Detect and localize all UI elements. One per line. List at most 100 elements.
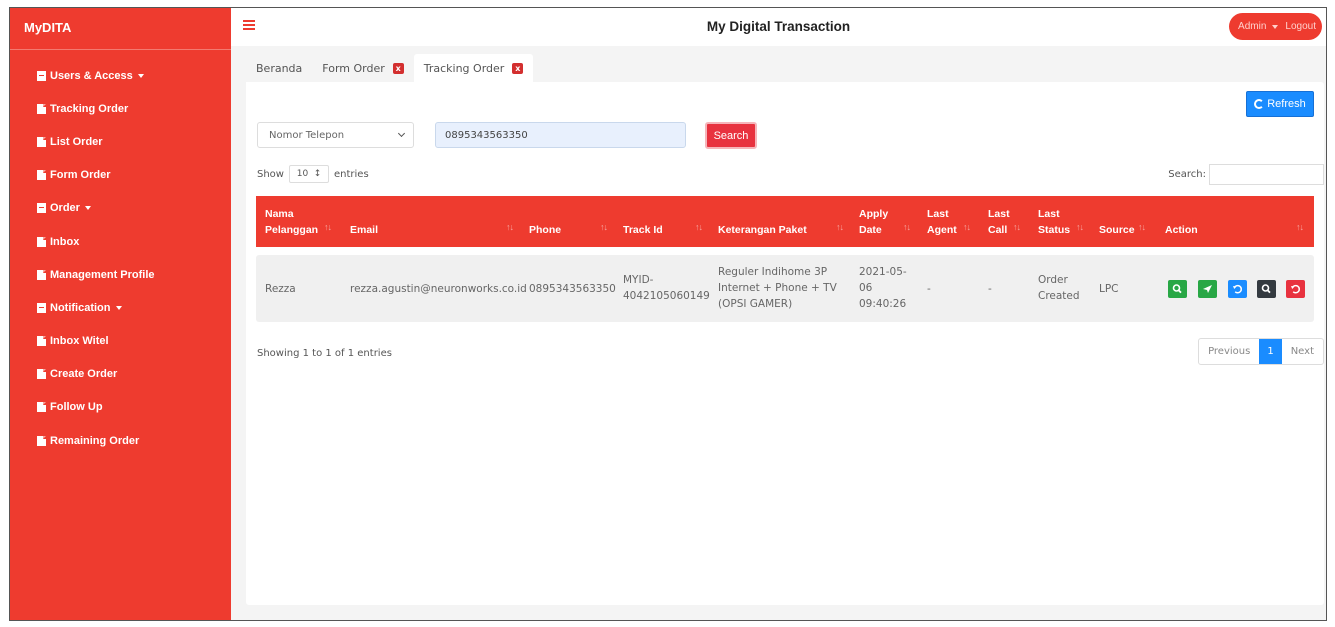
- chevron-down-icon: [397, 129, 406, 138]
- top-bar: My Digital Transaction Admin Logout: [231, 8, 1326, 46]
- tab-label: Beranda: [256, 61, 303, 75]
- table-search-input[interactable]: [1209, 164, 1324, 185]
- sidebar-item-label: Inbox Witel: [50, 335, 109, 348]
- column-header-line: Call: [988, 224, 1008, 236]
- cell-last-agent: -: [927, 283, 931, 295]
- inspect-button[interactable]: [1257, 280, 1276, 298]
- table-header: Nama Pelanggan ↑↓ Email ↑↓ Phone ↑↓ Track…: [256, 196, 1314, 247]
- page-title: My Digital Transaction: [706, 19, 851, 34]
- sidebar-item-follow-up[interactable]: Follow Up: [10, 391, 231, 424]
- caret-down-icon: [115, 305, 122, 310]
- send-button[interactable]: [1198, 280, 1217, 298]
- sidebar-item-inbox[interactable]: Inbox: [10, 225, 231, 258]
- grid-icon: [37, 302, 46, 313]
- entries-label: entries: [333, 168, 369, 180]
- sort-icon: ↑↓: [1076, 222, 1084, 232]
- column-header-line: Date: [859, 224, 882, 236]
- sidebar-item-label: Form Order: [50, 169, 111, 182]
- filter-type-value: Nomor Telepon: [269, 129, 345, 141]
- cell-line: MYID-: [623, 274, 654, 286]
- cell-phone: 0895343563350: [529, 283, 616, 295]
- updown-icon: ↕: [313, 169, 322, 179]
- user-menu[interactable]: Admin Logout: [1229, 13, 1322, 40]
- column-header-line: Last: [1038, 208, 1060, 220]
- sidebar-item-notification[interactable]: Notification: [10, 291, 231, 324]
- next-page-button[interactable]: Next: [1282, 339, 1323, 364]
- tab-beranda[interactable]: Beranda: [246, 54, 312, 82]
- column-header-line: Nama: [265, 208, 294, 220]
- search-input[interactable]: 0895343563350: [435, 122, 686, 148]
- cell-line: Internet + Phone + TV: [718, 282, 837, 294]
- column-header-action[interactable]: Action: [1165, 206, 1198, 238]
- sidebar-item-label: List Order: [50, 135, 103, 148]
- column-header-email[interactable]: Email: [350, 206, 378, 238]
- column-header-track-id[interactable]: Track Id: [623, 206, 663, 238]
- cell-source: LPC: [1099, 283, 1119, 295]
- user-name[interactable]: Admin: [1238, 21, 1266, 32]
- sidebar-item-remaining-order[interactable]: Remaining Order: [10, 424, 231, 457]
- page-length-select[interactable]: 10 ↕: [288, 165, 329, 183]
- undo-button[interactable]: [1286, 280, 1305, 298]
- column-header-last-agent[interactable]: Last Agent: [927, 206, 957, 238]
- sidebar-item-tracking-order[interactable]: Tracking Order: [10, 92, 231, 125]
- logout-link[interactable]: Logout: [1285, 21, 1316, 32]
- tab-tracking-order[interactable]: Tracking Order x: [413, 54, 534, 82]
- column-header-source[interactable]: Source: [1099, 206, 1135, 238]
- column-header-line: Apply: [859, 208, 889, 220]
- column-header-last-status[interactable]: Last Status: [1038, 206, 1070, 238]
- refresh-icon: [1254, 99, 1265, 109]
- app-window: MyDITA Users & Access Tracking Order Lis…: [9, 7, 1327, 621]
- grid-icon: [37, 203, 46, 214]
- column-header-line: Agent: [927, 224, 957, 236]
- history-button[interactable]: [1228, 280, 1247, 298]
- cell-nama: Rezza: [265, 283, 296, 295]
- column-header-last-call[interactable]: Last Call: [988, 206, 1010, 238]
- sidebar-item-form-order[interactable]: Form Order: [10, 159, 231, 192]
- sidebar-item-label: Create Order: [50, 368, 118, 381]
- column-header-phone[interactable]: Phone: [529, 206, 561, 238]
- tab-bar: Beranda Form Order x Tracking Order x: [246, 54, 1324, 82]
- column-header-line: [718, 206, 807, 222]
- page-1-button[interactable]: 1: [1259, 339, 1282, 364]
- sidebar-item-list-order[interactable]: List Order: [10, 125, 231, 158]
- pagination: Previous 1 Next: [1198, 338, 1324, 365]
- column-header-keterangan-paket[interactable]: Keterangan Paket: [718, 206, 807, 238]
- brand-logo[interactable]: MyDITA: [10, 8, 231, 50]
- sidebar-item-create-order[interactable]: Create Order: [10, 358, 231, 391]
- sidebar-item-label: Users & Access: [50, 69, 133, 82]
- filter-type-select[interactable]: Nomor Telepon: [257, 122, 414, 148]
- close-icon[interactable]: x: [512, 62, 524, 74]
- column-header-line: [623, 206, 663, 222]
- sort-icon: ↑↓: [1296, 222, 1304, 232]
- sidebar-item-label: Order: [50, 202, 80, 215]
- cell-keterangan-paket: Reguler Indihome 3P Internet + Phone + TV…: [718, 264, 837, 312]
- sidebar-item-order[interactable]: Order: [10, 192, 231, 225]
- cell-line: 4042105060149: [623, 290, 710, 302]
- sort-icon: ↑↓: [963, 222, 971, 232]
- sidebar-item-inbox-witel[interactable]: Inbox Witel: [10, 325, 231, 358]
- cell-line: (OPSI GAMER): [718, 298, 793, 310]
- sidebar-item-management-profile[interactable]: Management Profile: [10, 258, 231, 291]
- history-icon: [1228, 280, 1247, 298]
- sidebar-item-label: Inbox: [50, 235, 80, 248]
- file-icon: [37, 103, 46, 114]
- cell-line: 06: [859, 282, 873, 294]
- table-search-label: Search:: [1168, 169, 1206, 180]
- table-search: Search:: [1168, 164, 1324, 185]
- view-detail-button[interactable]: [1168, 280, 1187, 298]
- tab-label: Tracking Order: [423, 61, 505, 75]
- table-row: Rezza rezza.agustin@neuronworks.co.id 08…: [256, 255, 1314, 322]
- search-button[interactable]: Search: [705, 122, 757, 149]
- column-header-line: [1165, 206, 1198, 222]
- column-header-nama[interactable]: Nama Pelanggan: [265, 206, 318, 238]
- cell-track-id: MYID- 4042105060149: [623, 272, 710, 304]
- previous-page-button[interactable]: Previous: [1199, 339, 1259, 364]
- tab-form-order[interactable]: Form Order x: [312, 54, 413, 82]
- refresh-button[interactable]: Refresh: [1246, 91, 1314, 117]
- tab-label: Form Order: [322, 61, 385, 75]
- file-icon: [37, 136, 46, 147]
- close-icon[interactable]: x: [392, 62, 404, 74]
- column-header-apply-date[interactable]: Apply Date: [859, 206, 888, 238]
- sidebar-item-users-access[interactable]: Users & Access: [10, 59, 231, 92]
- cell-email: rezza.agustin@neuronworks.co.id: [350, 283, 527, 295]
